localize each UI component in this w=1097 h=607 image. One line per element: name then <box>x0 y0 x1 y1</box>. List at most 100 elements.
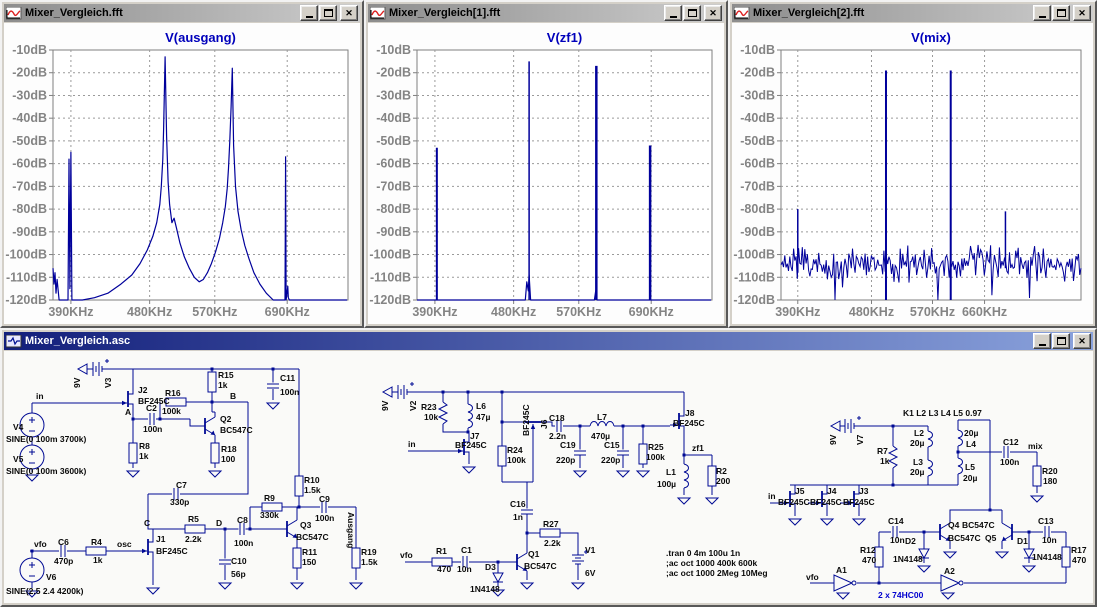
fft1-plot-area[interactable]: -10dB-20dB-30dB-40dB-50dB-60dB-70dB-80dB… <box>4 23 360 324</box>
fft2-plot-area[interactable]: -10dB-20dB-30dB-40dB-50dB-60dB-70dB-80dB… <box>368 23 724 324</box>
maximize-icon <box>688 9 697 17</box>
maximize-button[interactable] <box>1052 333 1070 349</box>
svg-text:V2: V2 <box>408 400 418 411</box>
svg-text:2 x 74HC00: 2 x 74HC00 <box>878 590 924 600</box>
close-button[interactable]: ✕ <box>1073 5 1091 21</box>
minimize-button[interactable] <box>300 5 318 21</box>
svg-text:V3: V3 <box>103 377 113 388</box>
svg-text:J2: J2 <box>138 385 148 395</box>
svg-text:570KHz: 570KHz <box>192 305 237 319</box>
svg-text:220p: 220p <box>556 455 575 465</box>
schematic-titlebar[interactable]: Mixer_Vergleich.asc ✕ <box>4 332 1093 350</box>
svg-text:BC547C: BC547C <box>524 561 557 571</box>
svg-text:R9: R9 <box>264 493 275 503</box>
close-button[interactable]: ✕ <box>704 5 722 21</box>
svg-text:470: 470 <box>862 555 876 565</box>
svg-text:mix: mix <box>1028 441 1043 451</box>
svg-text:in: in <box>36 391 44 401</box>
svg-text:J4: J4 <box>827 486 837 496</box>
svg-text:BF245C: BF245C <box>455 440 487 450</box>
minimize-button[interactable] <box>1033 333 1051 349</box>
svg-text:V7: V7 <box>855 434 865 445</box>
schematic-window: Mixer_Vergleich.asc ✕ 9VV3inJ2BF245CV4SI… <box>0 328 1097 607</box>
svg-text:570KHz: 570KHz <box>910 305 955 319</box>
svg-text:150: 150 <box>302 557 316 567</box>
svg-text:R5: R5 <box>188 514 199 524</box>
svg-text:C11: C11 <box>280 373 295 383</box>
svg-text:1n: 1n <box>513 512 523 522</box>
minimize-button[interactable] <box>664 5 682 21</box>
fft2-titlebar[interactable]: Mixer_Vergleich[1].fft ✕ <box>368 4 724 22</box>
svg-text:vfo: vfo <box>400 550 413 560</box>
svg-text:-110dB: -110dB <box>734 270 775 284</box>
svg-text:V4: V4 <box>13 422 24 432</box>
close-icon: ✕ <box>345 9 353 18</box>
svg-text:BF245C: BF245C <box>521 404 531 436</box>
fft3-plot-area[interactable]: -10dB-20dB-30dB-40dB-50dB-60dB-70dB-80dB… <box>732 23 1093 324</box>
svg-text:330k: 330k <box>260 510 279 520</box>
svg-text:1N4148: 1N4148 <box>893 554 923 564</box>
svg-text:470: 470 <box>437 564 451 574</box>
svg-text:47µ: 47µ <box>476 412 490 422</box>
svg-text:1k: 1k <box>139 451 149 461</box>
svg-text:-40dB: -40dB <box>12 111 47 125</box>
maximize-button[interactable] <box>319 5 337 21</box>
svg-text:C16: C16 <box>510 499 526 509</box>
svg-text:470: 470 <box>1072 555 1086 565</box>
svg-text:R2: R2 <box>716 466 727 476</box>
svg-text:;ac oct 1000 2Meg 10Meg: ;ac oct 1000 2Meg 10Meg <box>666 568 768 578</box>
svg-text:390KHz: 390KHz <box>48 305 93 319</box>
svg-text:V6: V6 <box>46 572 57 582</box>
svg-text:BF245C: BF245C <box>156 546 188 556</box>
svg-text:-100dB: -100dB <box>733 248 775 262</box>
svg-text:BC547C: BC547C <box>296 532 329 542</box>
svg-text:SINE(0 100m 3700k): SINE(0 100m 3700k) <box>6 434 86 444</box>
svg-text:1N4148: 1N4148 <box>1032 552 1062 562</box>
svg-text:BF245C: BF245C <box>778 497 810 507</box>
fft2-title: Mixer_Vergleich[1].fft <box>389 7 661 19</box>
minimize-button[interactable] <box>1033 5 1051 21</box>
maximize-icon <box>324 9 333 17</box>
svg-text:100n: 100n <box>1000 457 1019 467</box>
svg-text:C9: C9 <box>319 494 330 504</box>
fft-window-3: Mixer_Vergleich[2].fft ✕ -10dB-20dB-30dB… <box>728 0 1097 328</box>
svg-text:R8: R8 <box>139 441 150 451</box>
svg-text:-60dB: -60dB <box>376 157 411 171</box>
svg-text:-90dB: -90dB <box>740 225 775 239</box>
fft1-titlebar[interactable]: Mixer_Vergleich.fft ✕ <box>4 4 360 22</box>
svg-text:-110dB: -110dB <box>370 270 411 284</box>
maximize-button[interactable] <box>1052 5 1070 21</box>
close-button[interactable]: ✕ <box>340 5 358 21</box>
svg-text:L2: L2 <box>914 428 924 438</box>
svg-text:6V: 6V <box>585 568 596 578</box>
svg-text:-70dB: -70dB <box>376 179 411 193</box>
maximize-button[interactable] <box>683 5 701 21</box>
svg-text:Q3: Q3 <box>300 520 312 530</box>
svg-text:20µ: 20µ <box>963 473 977 483</box>
close-button[interactable]: ✕ <box>1073 333 1091 349</box>
svg-text:-60dB: -60dB <box>12 157 47 171</box>
svg-text:100k: 100k <box>507 455 526 465</box>
fft3-titlebar[interactable]: Mixer_Vergleich[2].fft ✕ <box>732 4 1093 22</box>
svg-text:1N4148: 1N4148 <box>470 584 500 594</box>
svg-text:L7: L7 <box>597 412 607 422</box>
svg-text:Q5: Q5 <box>985 533 997 543</box>
svg-text:10n: 10n <box>1042 535 1057 545</box>
svg-text:-10dB: -10dB <box>12 43 47 57</box>
svg-text:C12: C12 <box>1003 437 1019 447</box>
schematic-canvas[interactable]: 9VV3inJ2BF245CV4SINE(0 100m 3700k)V5SINE… <box>4 351 1093 603</box>
svg-text:Q2: Q2 <box>220 414 232 424</box>
svg-text:690KHz: 690KHz <box>629 305 674 319</box>
svg-text:V(zf1): V(zf1) <box>547 30 582 45</box>
svg-text:-60dB: -60dB <box>740 157 775 171</box>
svg-text:J1: J1 <box>156 534 166 544</box>
svg-text:Q1: Q1 <box>528 549 540 559</box>
svg-text:A: A <box>125 407 131 417</box>
svg-text:SINE(0 100m 3600k): SINE(0 100m 3600k) <box>6 466 86 476</box>
svg-text:zf1: zf1 <box>692 443 704 453</box>
svg-text:-50dB: -50dB <box>740 134 775 148</box>
svg-text:-80dB: -80dB <box>740 202 775 216</box>
svg-text:osc: osc <box>117 539 132 549</box>
svg-text:BF245C: BF245C <box>810 497 842 507</box>
svg-text:-100dB: -100dB <box>369 248 411 262</box>
